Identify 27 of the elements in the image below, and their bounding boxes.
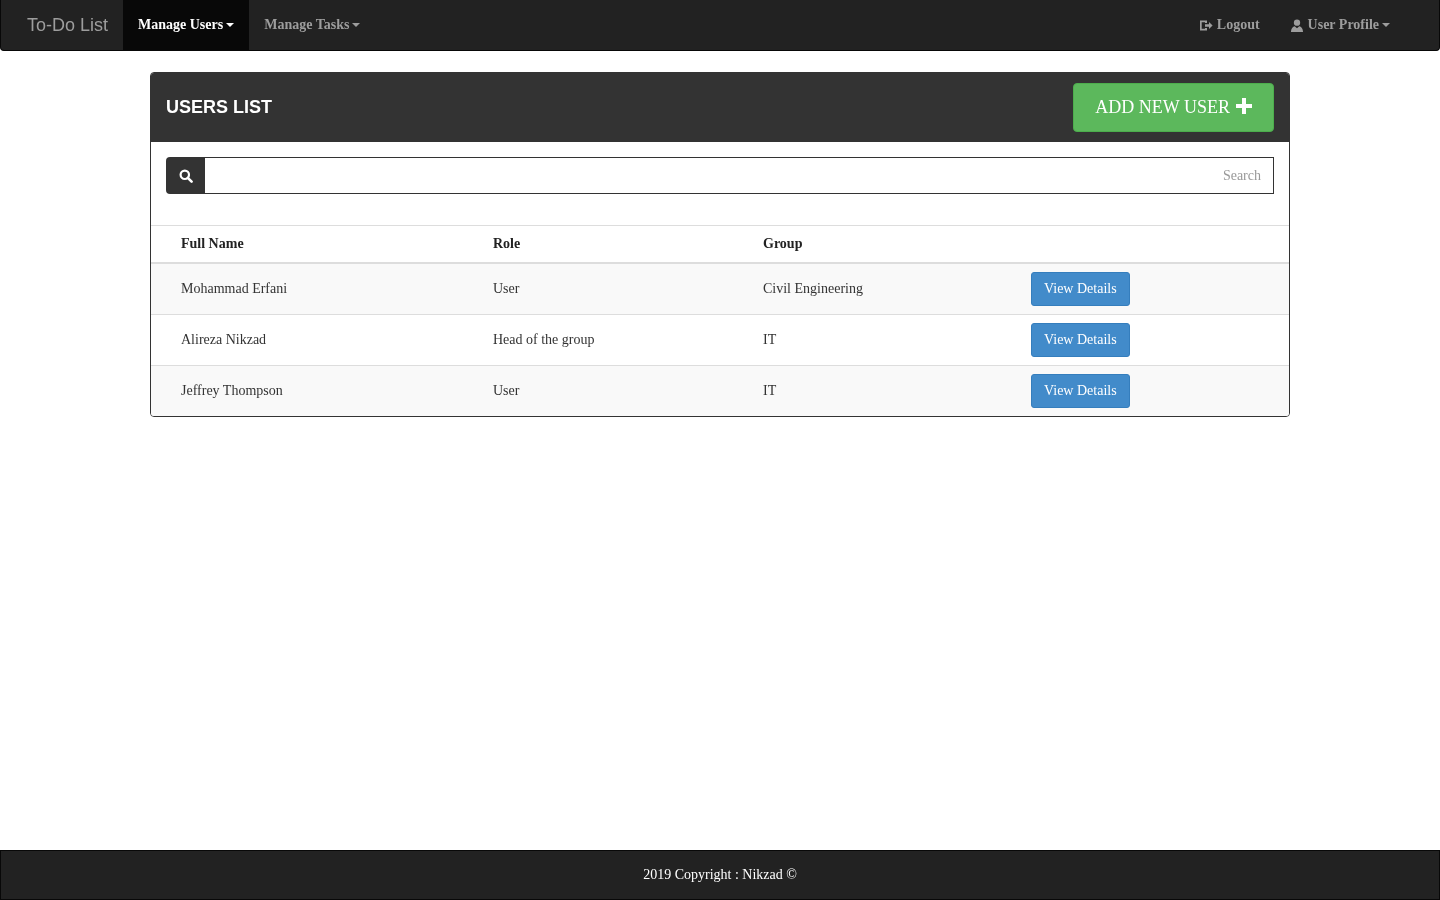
table-cell: Civil Engineering <box>763 281 863 296</box>
panel-title: USERS LIST <box>166 97 272 118</box>
brand-link[interactable]: To-Do List <box>1 0 124 50</box>
table-cell: IT <box>763 383 777 398</box>
plus-icon <box>1236 98 1252 114</box>
logout-link[interactable]: Logout <box>1183 0 1275 50</box>
view-details-button[interactable]: View Details <box>1031 272 1130 306</box>
user-profile-menu[interactable]: User Profile <box>1274 0 1405 50</box>
column-header: Full Name <box>181 236 244 251</box>
search-icon <box>166 157 205 194</box>
view-details-button[interactable]: View Details <box>1031 374 1130 408</box>
table-cell: Jeffrey Thompson <box>181 383 283 398</box>
nav-menu-tab[interactable]: Manage Users <box>123 0 250 50</box>
table-cell: IT <box>763 332 777 347</box>
table-cell: Mohammad Erfani <box>181 281 288 296</box>
table-cell: Head of the group <box>493 332 595 347</box>
logout-icon <box>1198 18 1213 32</box>
table-cell: Alireza Nikzad <box>181 332 267 347</box>
nav-menu-tab[interactable]: Manage Tasks <box>249 0 376 50</box>
view-details-button[interactable]: View Details <box>1031 323 1130 357</box>
copyright-text: 2019 Copyright : Nikzad © <box>643 867 797 883</box>
user-icon <box>1289 18 1304 32</box>
table-cell: User <box>493 281 520 296</box>
column-header: Group <box>763 236 803 251</box>
table-cell: User <box>493 383 520 398</box>
column-header: Role <box>493 236 521 251</box>
search-field[interactable]: Search <box>205 157 1274 194</box>
